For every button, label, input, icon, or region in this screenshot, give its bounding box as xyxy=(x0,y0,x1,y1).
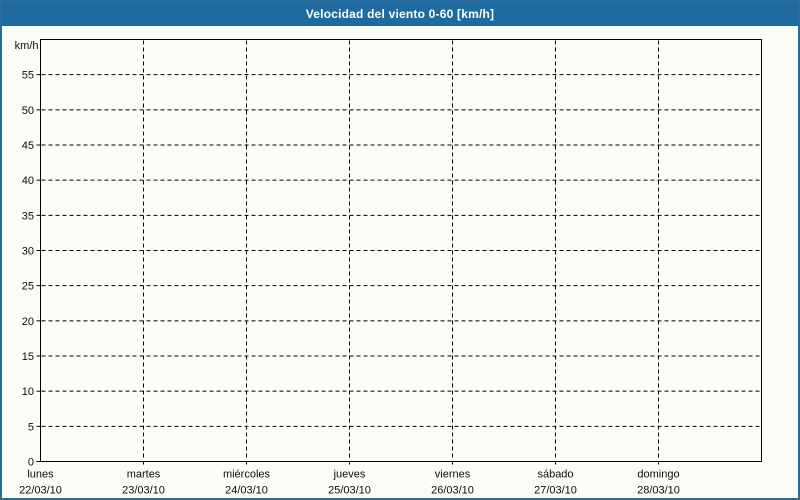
day-label-miércoles: miércoles xyxy=(223,469,271,481)
day-label-martes: martes xyxy=(127,469,161,481)
ytick-label-30: 30 xyxy=(22,246,34,258)
ytick-label-0: 0 xyxy=(28,457,34,469)
day-label-jueves: jueves xyxy=(333,469,366,481)
ytick-label-25: 25 xyxy=(22,281,34,293)
day-label-viernes: viernes xyxy=(435,469,471,481)
ytick-label-50: 50 xyxy=(22,105,34,117)
day-label-domingo: domingo xyxy=(637,469,679,481)
ytick-label-5: 5 xyxy=(28,421,34,433)
wind-chart-window: Velocidad del viento 0-60 [km/h] 0 5 10 15 2… xyxy=(0,0,800,500)
ytick-label-35: 35 xyxy=(22,210,34,222)
y-axis-unit-label: km/h xyxy=(15,40,39,52)
day-label-sábado: sábado xyxy=(537,469,573,481)
day-date-jueves: 25/03/10 xyxy=(328,485,371,497)
day-date-domingo: 28/03/10 xyxy=(637,485,680,497)
ytick-label-10: 10 xyxy=(22,386,34,398)
day-date-sábado: 27/03/10 xyxy=(534,485,577,497)
day-date-martes: 23/03/10 xyxy=(122,485,165,497)
ytick-label-45: 45 xyxy=(22,140,34,152)
ytick-label-55: 55 xyxy=(22,70,34,82)
day-date-miércoles: 24/03/10 xyxy=(225,485,268,497)
day-date-viernes: 26/03/10 xyxy=(431,485,474,497)
day-label-lunes: lunes xyxy=(27,469,54,481)
ytick-label-40: 40 xyxy=(22,175,34,187)
day-date-lunes: 22/03/10 xyxy=(19,485,62,497)
ytick-label-15: 15 xyxy=(22,351,34,363)
wind-speed-chart-canvas: 0 5 10 15 20 25 30 35 40 45 50 55 km/h lunes 22/03/10 m… xyxy=(15,39,762,497)
ytick-label-20: 20 xyxy=(22,316,34,328)
